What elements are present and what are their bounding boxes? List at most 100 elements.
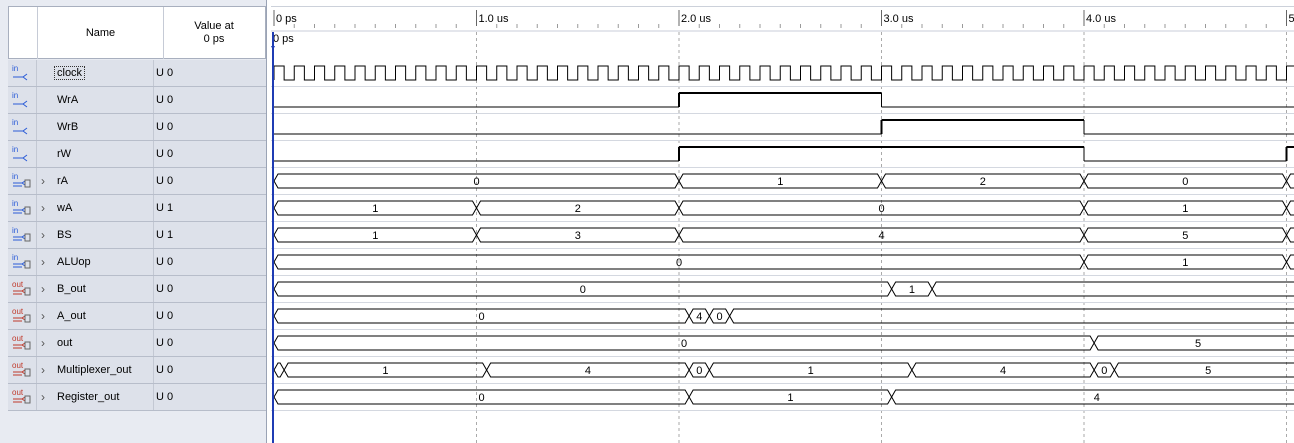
svg-text:out: out: [12, 307, 24, 316]
column-divider: [153, 357, 154, 383]
signal-value: U 1: [156, 229, 174, 241]
signal-row-rw[interactable]: in rW U 0: [8, 141, 266, 168]
time-tick-label: 3.0 us: [884, 13, 914, 25]
signal-row-out[interactable]: out › out U 0: [8, 330, 266, 357]
expand-chevron-icon[interactable]: ›: [41, 309, 51, 323]
input-pin-bus-icon: in: [8, 168, 37, 194]
bus-value-label: 0: [676, 257, 682, 269]
input-pin-icon: in: [8, 87, 37, 113]
svg-text:in: in: [12, 199, 18, 208]
svg-text:in: in: [12, 91, 18, 100]
expand-chevron-icon[interactable]: ›: [41, 363, 51, 377]
svg-text:in: in: [12, 253, 18, 262]
bus-value-label: 5: [1205, 365, 1211, 377]
signal-value: U 0: [156, 148, 174, 160]
signal-name: wA: [57, 202, 73, 214]
svg-text:out: out: [12, 334, 24, 343]
svg-text:in: in: [12, 172, 18, 181]
input-pin-bus-icon: in: [8, 222, 37, 248]
value-column-label-2: 0 ps: [203, 33, 225, 45]
svg-text:in: in: [12, 226, 18, 235]
column-divider: [153, 114, 154, 140]
bus-value-label: 0: [878, 203, 884, 215]
bus-value-label: 4: [1094, 392, 1100, 404]
time-tick-label: 5.0 us: [1289, 13, 1294, 25]
signal-row-aluop[interactable]: in › ALUop U 0: [8, 249, 266, 276]
signal-value: U 0: [156, 391, 174, 403]
svg-text:out: out: [12, 388, 24, 397]
input-pin-icon: in: [8, 114, 37, 140]
bus-value-label: 4: [878, 230, 884, 242]
signal-name: WrB: [57, 121, 79, 133]
signal-value: U 0: [156, 283, 174, 295]
column-divider: [153, 87, 154, 113]
signal-value: U 0: [156, 256, 174, 268]
bus-value-label: 5: [1195, 338, 1201, 350]
bus-value-label: 4: [1000, 365, 1006, 377]
column-divider: [153, 168, 154, 194]
bus-value-label: 5: [1182, 230, 1188, 242]
expand-chevron-icon[interactable]: ›: [41, 282, 51, 296]
name-column-header[interactable]: Name: [37, 7, 164, 59]
expand-chevron-icon[interactable]: ›: [41, 201, 51, 215]
column-divider: [153, 303, 154, 329]
time-tick-label: 4.0 us: [1086, 13, 1116, 25]
signal-value: U 0: [156, 94, 174, 106]
expand-chevron-icon[interactable]: ›: [41, 336, 51, 350]
column-divider: [153, 384, 154, 410]
bus-value-label: 0: [1182, 176, 1188, 188]
bus-value-label: 4: [696, 311, 702, 323]
signal-row-wrb[interactable]: in WrB U 0: [8, 114, 266, 141]
expand-chevron-icon[interactable]: ›: [41, 390, 51, 404]
signal-list-header: Name Value at 0 ps: [8, 6, 266, 59]
time-tick-label: 2.0 us: [681, 13, 711, 25]
signal-value: U 0: [156, 175, 174, 187]
bus-value-label: 3: [575, 230, 581, 242]
signal-name: out: [57, 337, 73, 349]
column-divider: [153, 195, 154, 221]
svg-text:out: out: [12, 280, 24, 289]
svg-text:in: in: [12, 145, 18, 154]
output-pin-bus-icon: out: [8, 357, 37, 383]
signal-name: clock: [53, 66, 86, 80]
value-column-header[interactable]: Value at 0 ps: [162, 7, 266, 59]
time-tick-label: 1.0 us: [479, 13, 509, 25]
signal-row-ra[interactable]: in › rA U 0: [8, 168, 266, 195]
column-divider: [153, 222, 154, 248]
signal-row-clock[interactable]: in clock U 0: [8, 60, 266, 87]
signal-value: U 0: [156, 67, 174, 79]
bus-value-label: 1: [787, 392, 793, 404]
signal-row-a-out[interactable]: out › A_out U 0: [8, 303, 266, 330]
expand-chevron-icon[interactable]: ›: [41, 255, 51, 269]
signal-row-bs[interactable]: in › BS U 1: [8, 222, 266, 249]
signal-row-b-out[interactable]: out › B_out U 0: [8, 276, 266, 303]
signal-row-wa[interactable]: in › wA U 1: [8, 195, 266, 222]
bus-value-label: 4: [585, 365, 591, 377]
bus-value-label: 2: [980, 176, 986, 188]
column-divider: [153, 249, 154, 275]
waveform-canvas[interactable]: 0 ps 1.0 us 2.0 us 3.0 us 4.0 us 5.0 us 0 ps 0 1…: [271, 6, 1294, 443]
signal-value: U 0: [156, 337, 174, 349]
signal-name: A_out: [57, 310, 86, 322]
svg-text:in: in: [12, 64, 18, 73]
expand-chevron-icon[interactable]: ›: [41, 174, 51, 188]
signal-name: Register_out: [57, 391, 120, 403]
name-column-label: Name: [85, 26, 116, 39]
signal-name: WrA: [57, 94, 79, 106]
signal-name: rW: [57, 148, 72, 160]
input-pin-bus-icon: in: [8, 195, 37, 221]
signal-row-multiplexer-out[interactable]: out › Multiplexer_out U 0: [8, 357, 266, 384]
bus-value-label: 1: [382, 365, 388, 377]
bus-value-label: 0: [479, 392, 485, 404]
column-divider: [153, 276, 154, 302]
value-column-label-1: Value at: [194, 20, 234, 32]
input-pin-bus-icon: in: [8, 249, 37, 275]
bus-value-label: 1: [372, 203, 378, 215]
signal-row-wra[interactable]: in WrA U 0: [8, 87, 266, 114]
output-pin-bus-icon: out: [8, 330, 37, 356]
column-divider: [153, 60, 154, 86]
signal-row-register-out[interactable]: out › Register_out U 0: [8, 384, 266, 411]
expand-chevron-icon[interactable]: ›: [41, 228, 51, 242]
bus-value-label: 1: [777, 176, 783, 188]
bus-value-label: 1: [909, 284, 915, 296]
